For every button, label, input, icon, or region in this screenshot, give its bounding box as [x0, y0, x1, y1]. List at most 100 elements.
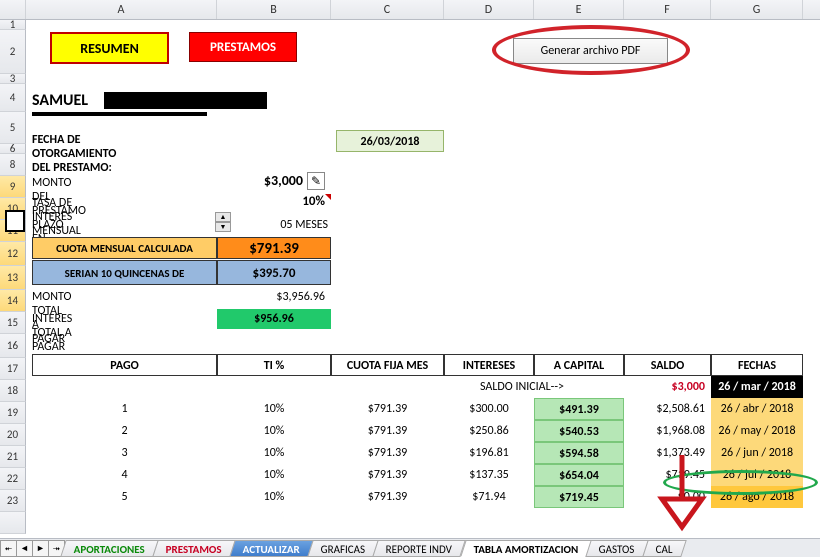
- cell-r0-c3[interactable]: $300.00: [444, 398, 534, 420]
- cell-r3-c3[interactable]: $137.35: [444, 464, 534, 486]
- sheet-tab-gastos[interactable]: GASTOS: [585, 540, 648, 557]
- row-14[interactable]: 14: [0, 290, 26, 312]
- cell-r3-c0[interactable]: 4: [32, 464, 217, 486]
- cell-r2-c5[interactable]: $1,373.49: [624, 442, 711, 464]
- sheet-tab-tabla-amortizacion[interactable]: TABLA AMORTIZACION: [460, 540, 592, 557]
- cell-r1-c3[interactable]: $250.86: [444, 420, 534, 442]
- cell-r1-c5[interactable]: $1,968.08: [624, 420, 711, 442]
- cell-r1-c4[interactable]: $540.53: [534, 420, 624, 442]
- cell-r1-c2[interactable]: $791.39: [331, 420, 444, 442]
- cell-r0-c2[interactable]: $791.39: [331, 398, 444, 420]
- cell-r4-c5[interactable]: $0.00: [624, 486, 711, 508]
- row-4[interactable]: 4: [0, 84, 26, 112]
- resumen-button[interactable]: RESUMEN: [50, 32, 169, 64]
- row-23[interactable]: 23: [0, 490, 26, 512]
- cell-r1-c1[interactable]: 10%: [217, 420, 331, 442]
- monto-value[interactable]: $3,000: [217, 172, 303, 189]
- prestamos-button[interactable]: PRESTAMOS: [189, 32, 297, 62]
- row-3[interactable]: 3: [0, 74, 26, 84]
- cell-r2-c0[interactable]: 3: [32, 442, 217, 464]
- cell-r4-c1[interactable]: 10%: [217, 486, 331, 508]
- cell-r1-c0[interactable]: 2: [32, 420, 217, 442]
- cell-r2-c3[interactable]: $196.81: [444, 442, 534, 464]
- row-18[interactable]: 18: [0, 380, 26, 402]
- sheet-tabs-bar: ⯬ ◄ ► ⯮ APORTACIONESPRESTAMOSACTUALIZARG…: [0, 538, 820, 557]
- cell-r0-c1[interactable]: 10%: [217, 398, 331, 420]
- col-B[interactable]: B: [217, 0, 331, 19]
- plazo-value[interactable]: 05 MESES: [238, 218, 328, 232]
- col-D[interactable]: D: [444, 0, 534, 19]
- cell-r3-c1[interactable]: 10%: [217, 464, 331, 486]
- row-headers: 123456891011121314151617181920212223: [0, 20, 26, 534]
- row-20[interactable]: 20: [0, 424, 26, 446]
- col-G[interactable]: G: [711, 0, 803, 19]
- row-22[interactable]: 22: [0, 468, 26, 490]
- cell-r0-c5[interactable]: $2,508.61: [624, 398, 711, 420]
- row-13[interactable]: 13: [0, 266, 26, 290]
- cell-r2-c6[interactable]: 26 / jun / 2018: [711, 442, 803, 464]
- row-17[interactable]: 17: [0, 358, 26, 380]
- row-19[interactable]: 19: [0, 402, 26, 424]
- offscreen-box: [5, 210, 25, 232]
- row-6[interactable]: 6: [0, 144, 26, 154]
- interes-total-value: $956.96: [217, 309, 331, 329]
- redacted-surname: [104, 92, 267, 109]
- plazo-stepper[interactable]: ▲ ▼: [215, 212, 231, 232]
- cell-r3-c4[interactable]: $654.04: [534, 464, 624, 486]
- cell-r3-c5[interactable]: $719.45: [624, 464, 711, 486]
- sheet-tab-cal[interactable]: CAL: [642, 540, 686, 557]
- sheet-tab-graficas[interactable]: GRAFICAS: [307, 540, 379, 557]
- sheet-tab-aportaciones[interactable]: APORTACIONES: [60, 540, 159, 557]
- row-8[interactable]: 8: [0, 154, 26, 176]
- col-C[interactable]: C: [331, 0, 444, 19]
- loan-date-value[interactable]: 26/03/2018: [336, 130, 444, 152]
- col-A[interactable]: A: [26, 0, 217, 19]
- generate-pdf-button[interactable]: Generar archivo PDF: [513, 38, 668, 64]
- row-15[interactable]: 15: [0, 312, 26, 334]
- cuota-value: $791.39: [217, 237, 331, 259]
- cell-r4-c2[interactable]: $791.39: [331, 486, 444, 508]
- row-9[interactable]: 9: [0, 176, 26, 198]
- row-5[interactable]: 5: [0, 112, 26, 144]
- cell-r4-c6[interactable]: 26 / ago / 2018: [711, 486, 803, 508]
- row-16[interactable]: 16: [0, 334, 26, 358]
- row-undefined[interactable]: [0, 512, 26, 534]
- cell-r4-c4[interactable]: $719.45: [534, 486, 624, 508]
- tasa-value[interactable]: 10%: [217, 194, 325, 209]
- spreadsheet-grid[interactable]: A B C D E F G 12345689101112131415161718…: [0, 0, 820, 538]
- col-F[interactable]: F: [624, 0, 711, 19]
- column-headers: A B C D E F G: [0, 0, 820, 20]
- cell-r1-c6[interactable]: 26 / may / 2018: [711, 420, 803, 442]
- stepper-down-icon[interactable]: ▼: [215, 222, 231, 232]
- saldo-inicial-value: $3,000: [624, 376, 711, 398]
- nav-first-icon[interactable]: ⯬: [0, 540, 17, 557]
- edit-icon[interactable]: ✎: [307, 172, 325, 190]
- cell-r4-c3[interactable]: $71.94: [444, 486, 534, 508]
- stepper-up-icon[interactable]: ▲: [215, 212, 231, 222]
- cell-r2-c1[interactable]: 10%: [217, 442, 331, 464]
- cell-r0-c4[interactable]: $491.39: [534, 398, 624, 420]
- sheet-tab-actualizar[interactable]: ACTUALIZAR: [229, 540, 314, 557]
- cell-r2-c2[interactable]: $791.39: [331, 442, 444, 464]
- monto-total-value: $3,956.96: [217, 290, 325, 304]
- col-E[interactable]: E: [534, 0, 624, 19]
- sheet-tab-prestamos[interactable]: PRESTAMOS: [152, 540, 235, 557]
- row-21[interactable]: 21: [0, 446, 26, 468]
- row-12[interactable]: 12: [0, 242, 26, 266]
- cell-r2-c4[interactable]: $594.58: [534, 442, 624, 464]
- nav-next-icon[interactable]: ►: [32, 540, 49, 557]
- nav-prev-icon[interactable]: ◄: [16, 540, 33, 557]
- sheet-tab-reporte-indv[interactable]: REPORTE INDV: [373, 540, 467, 557]
- saldo-inicial-date: 26 / mar / 2018: [711, 376, 803, 398]
- th-a-capital: A CAPITAL: [534, 354, 624, 376]
- cell-r3-c2[interactable]: $791.39: [331, 464, 444, 486]
- cell-r0-c6[interactable]: 26 / abr / 2018: [711, 398, 803, 420]
- corner-cell[interactable]: [0, 0, 26, 19]
- th-fechas: FECHAS: [711, 354, 803, 376]
- row-1[interactable]: 1: [0, 20, 26, 30]
- cell-r3-c6[interactable]: 26 / jul / 2018: [711, 464, 803, 486]
- cell-r0-c0[interactable]: 1: [32, 398, 217, 420]
- row-2[interactable]: 2: [0, 30, 26, 74]
- cell-r4-c0[interactable]: 5: [32, 486, 217, 508]
- tab-nav-buttons: ⯬ ◄ ► ⯮: [0, 540, 64, 557]
